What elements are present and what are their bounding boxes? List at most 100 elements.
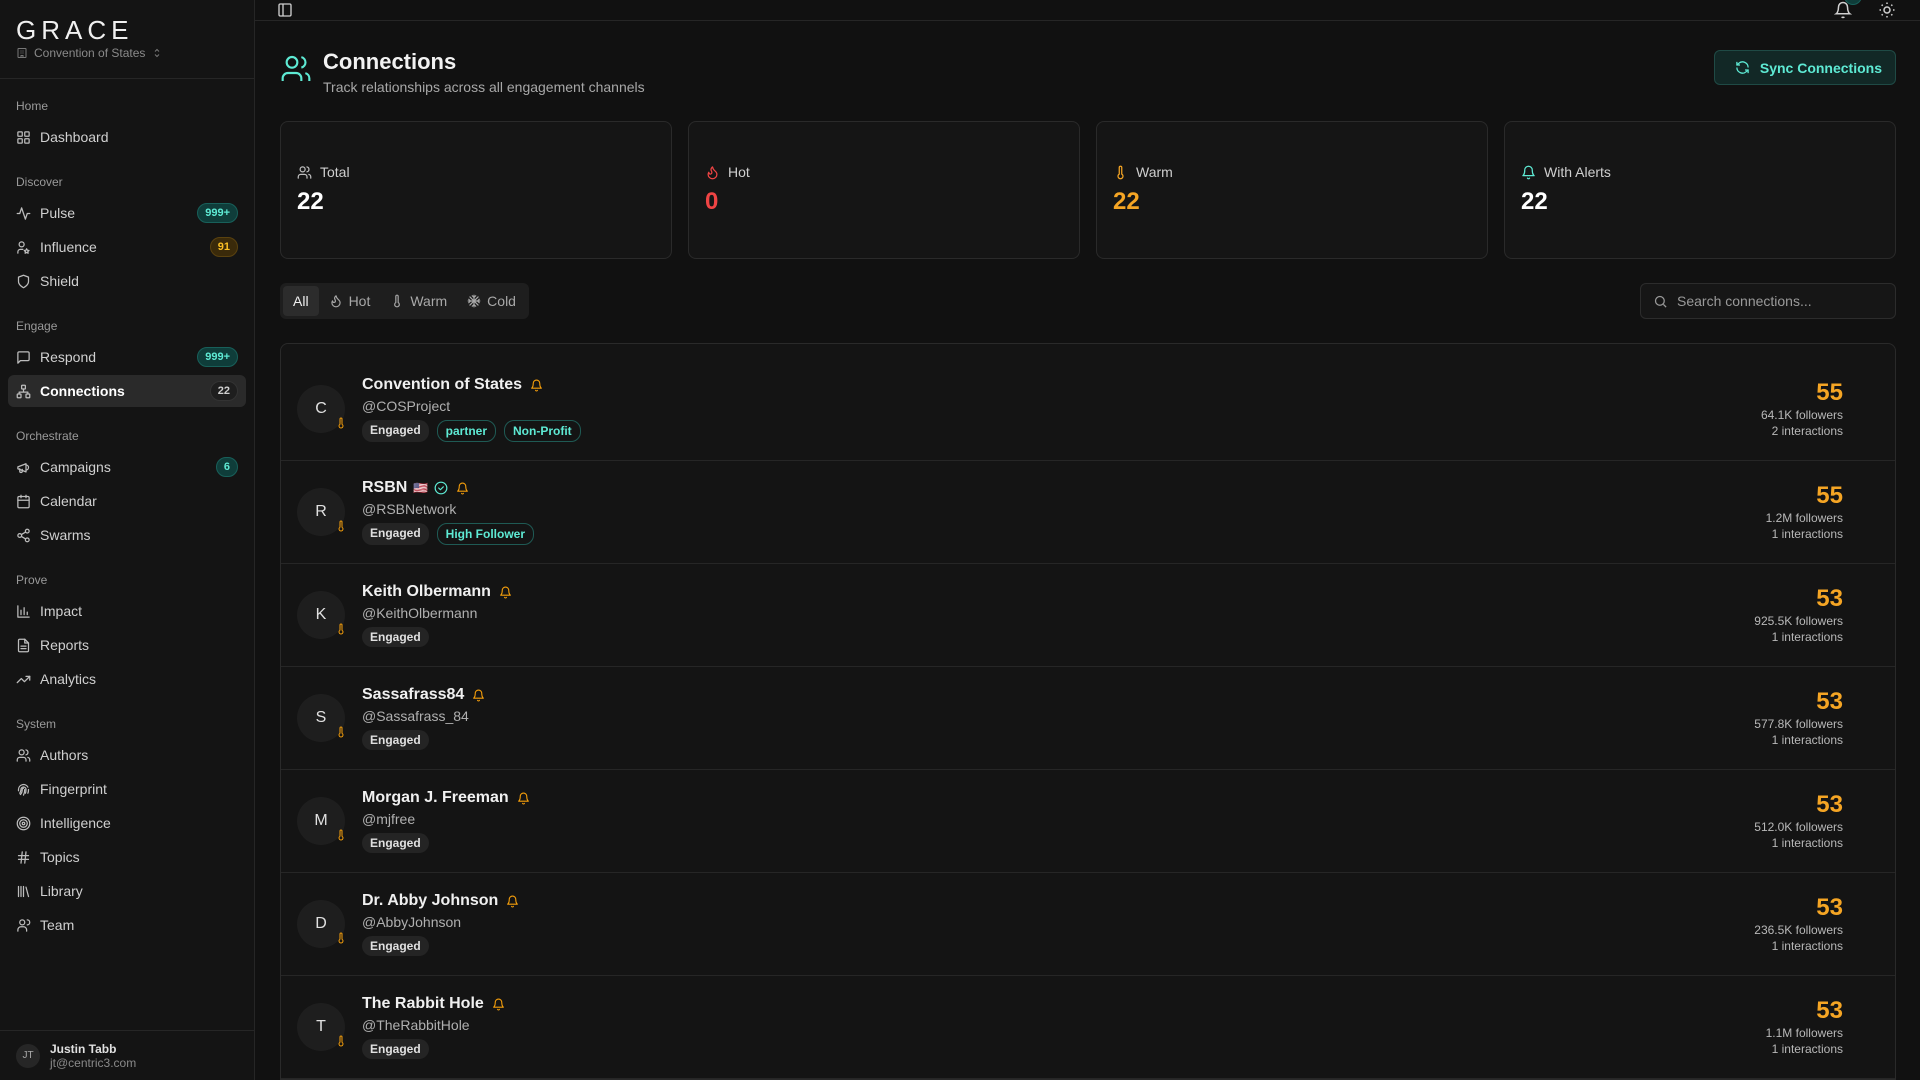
connection-handle: @mjfree [362, 811, 416, 827]
sidebar-item-label: Analytics [40, 671, 97, 687]
thermometer-icon [335, 932, 345, 944]
stat-value: 22 [297, 188, 324, 215]
name-line: Dr. Abby Johnson [362, 892, 1754, 910]
user-name: Justin Tabb [50, 1041, 117, 1056]
sidebar-item-label: Library [40, 883, 83, 899]
interaction-count: 1 interactions [1771, 1042, 1843, 1056]
connection-row[interactable]: D Dr. Abby Johnson @AbbyJohnson Engaged 53 23… [281, 873, 1895, 976]
bell-icon[interactable] [472, 689, 485, 702]
connection-row[interactable]: T The Rabbit Hole @TheRabbitHole Engaged 53 1… [281, 976, 1895, 1079]
avatar: T [297, 1003, 345, 1051]
connection-row[interactable]: C Convention of States @COSProject Engaged p… [281, 358, 1895, 461]
nav-section-prove: Prove Impact Reports Analytics [0, 567, 254, 695]
avatar: C [297, 385, 345, 433]
bell-icon[interactable] [456, 482, 469, 495]
sidebar-item-label: Calendar [40, 493, 97, 509]
user-profile[interactable]: JT Justin Tabb jt@centric3.com [0, 1030, 254, 1080]
sidebar-item-respond[interactable]: Respond 999+ [8, 341, 246, 373]
sidebar-item-label: Intelligence [40, 815, 111, 831]
nav-section-title: Discover [16, 175, 63, 189]
sidebar-item-library[interactable]: Library [8, 875, 246, 907]
sidebar-item-connections[interactable]: Connections 22 [8, 375, 246, 407]
connection-handle: @KeithOlbermann [362, 605, 478, 621]
theme-toggle-sun-icon[interactable] [1878, 1, 1896, 19]
name-line: The Rabbit Hole [362, 995, 1766, 1013]
flame-icon [329, 294, 343, 308]
sidebar-item-dashboard[interactable]: Dashboard [8, 121, 246, 153]
sidebar-item-influence[interactable]: Influence 91 [8, 231, 246, 263]
sidebar-item-team[interactable]: Team [8, 909, 246, 941]
brand: GRACE Convention of States [0, 0, 254, 79]
message-icon [16, 350, 31, 365]
bell-icon[interactable] [517, 792, 530, 805]
sidebar-item-campaigns[interactable]: Campaigns 6 [8, 451, 246, 483]
bell-icon[interactable] [530, 379, 543, 392]
filter-row: All Hot Warm Cold [280, 283, 1896, 319]
bar-chart-icon [16, 604, 31, 619]
nav-section-engage: Engage Respond 999+ Connections 22 [0, 313, 254, 407]
count-badge: 22 [209, 381, 238, 401]
sidebar-item-pulse[interactable]: Pulse 999+ [8, 197, 246, 229]
name-line: RSBN 🇺🇸 [362, 479, 1766, 497]
check-circle-icon [434, 481, 448, 495]
nav-section-discover: Discover Pulse 999+ Influence 91 Shield [0, 169, 254, 297]
connection-name[interactable]: Sassafrass84 [362, 686, 464, 704]
filter-warm[interactable]: Warm [380, 286, 457, 316]
stat-label: Hot [728, 164, 750, 180]
notifications-button[interactable]: 5 [1834, 0, 1862, 19]
grid-icon [16, 130, 31, 145]
stat-label: With Alerts [1544, 164, 1611, 180]
sync-connections-button[interactable]: Sync Connections [1713, 50, 1896, 85]
sidebar-item-impact[interactable]: Impact [8, 595, 246, 627]
engagement-score: 53 [1816, 894, 1843, 921]
sidebar: GRACE Convention of States Home Dashboard… [0, 0, 255, 1080]
tag-list: Engaged [362, 936, 1754, 956]
sidebar-item-swarms[interactable]: Swarms [8, 519, 246, 551]
stat-value: 0 [705, 188, 719, 215]
filter-hot[interactable]: Hot [319, 286, 381, 316]
search-input[interactable] [1677, 293, 1877, 309]
connection-row[interactable]: S Sassafrass84 @Sassafrass_84 Engaged 53 577.… [281, 667, 1895, 770]
sidebar-item-intelligence[interactable]: Intelligence [8, 807, 246, 839]
count-badge: 6 [215, 457, 238, 477]
sidebar-item-topics[interactable]: Topics [8, 841, 246, 873]
sidebar-item-reports[interactable]: Reports [8, 629, 246, 661]
avatar-initial: S [315, 709, 327, 726]
avatar: S [297, 694, 345, 742]
sidebar-item-fingerprint[interactable]: Fingerprint [8, 773, 246, 805]
sidebar-item-label: Pulse [40, 205, 76, 221]
connections-list: C Convention of States @COSProject Engaged p… [280, 343, 1896, 1080]
bell-icon[interactable] [492, 998, 505, 1011]
sidebar-toggle-icon[interactable] [277, 2, 293, 18]
sidebar-item-label: Dashboard [40, 129, 109, 145]
follower-count: 1.1M followers [1765, 1026, 1843, 1040]
connection-row[interactable]: K Keith Olbermann @KeithOlbermann Engaged 53… [281, 564, 1895, 667]
bell-icon[interactable] [499, 586, 512, 599]
connection-row[interactable]: R RSBN 🇺🇸 @RSBNetwork Engaged High Follower 55… [281, 461, 1895, 564]
connection-name[interactable]: Morgan J. Freeman [362, 789, 509, 807]
org-switcher[interactable]: Convention of States [16, 46, 238, 60]
bell-icon[interactable] [506, 895, 519, 908]
filter-cold[interactable]: Cold [457, 286, 526, 316]
tag-badge: Engaged [362, 936, 429, 956]
connection-row[interactable]: M Morgan J. Freeman @mjfree Engaged 53 512.0K… [281, 770, 1895, 873]
sidebar-item-analytics[interactable]: Analytics [8, 663, 246, 695]
connection-name[interactable]: Keith Olbermann [362, 583, 491, 601]
connection-name[interactable]: Convention of States [362, 376, 522, 394]
tag-badge: Engaged [362, 420, 429, 442]
connection-name[interactable]: The Rabbit Hole [362, 995, 484, 1013]
filter-all[interactable]: All [283, 286, 319, 316]
connection-metrics: 55 64.1K followers 2 interactions [1761, 379, 1843, 439]
sidebar-item-authors[interactable]: Authors [8, 739, 246, 771]
connection-name[interactable]: Dr. Abby Johnson [362, 892, 498, 910]
sidebar-item-label: Campaigns [40, 459, 111, 475]
tag-list: Engaged [362, 627, 1754, 647]
connection-name[interactable]: RSBN [362, 479, 407, 497]
stats-row: Total 22 Hot 0 Warm 22 With Alerts 22 [280, 121, 1896, 259]
tag-badge: Engaged [362, 1039, 429, 1059]
sidebar-item-label: Team [40, 917, 75, 933]
nav-section-title: Orchestrate [16, 429, 79, 443]
sidebar-item-calendar[interactable]: Calendar [8, 485, 246, 517]
sidebar-item-shield[interactable]: Shield [8, 265, 246, 297]
connection-handle: @TheRabbitHole [362, 1017, 470, 1033]
